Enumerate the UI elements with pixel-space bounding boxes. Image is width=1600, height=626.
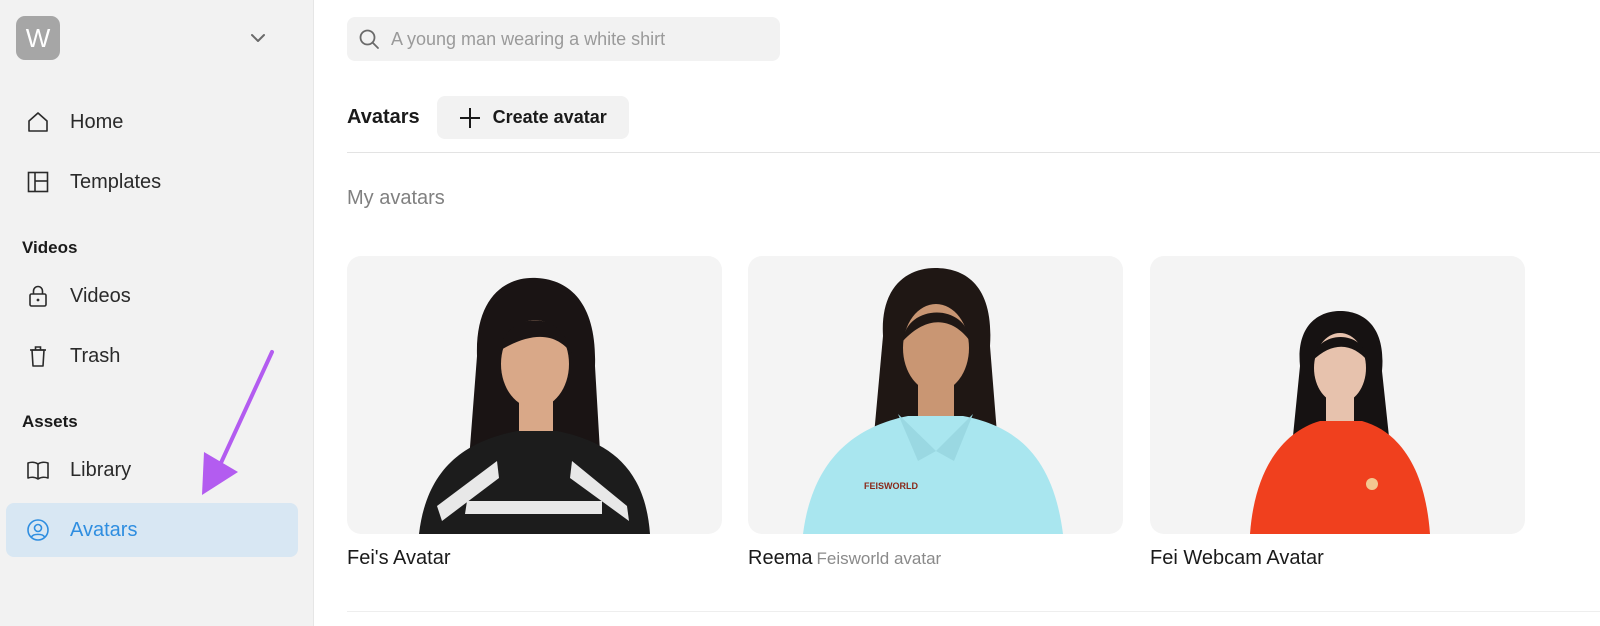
shirt-logo: FEISWORLD xyxy=(864,481,918,491)
avatar-card[interactable]: Fei's Avatar xyxy=(347,256,722,570)
workspace-avatar[interactable]: W xyxy=(16,16,60,60)
sidebar: W Home Templates Videos Videos Trash Ass… xyxy=(0,0,314,626)
section-label-videos: Videos xyxy=(22,238,78,257)
avatar-portrait-image: FEISWORLD xyxy=(803,268,1063,534)
avatar-portrait-image xyxy=(419,277,650,534)
sidebar-item-videos[interactable]: Videos xyxy=(6,269,298,323)
avatar-name: Fei's Avatar xyxy=(347,547,451,569)
sidebar-item-templates[interactable]: Templates xyxy=(6,155,298,209)
bottom-divider xyxy=(347,611,1600,612)
lock-icon xyxy=(26,284,50,308)
plus-icon xyxy=(459,107,480,128)
avatar-subtitle: Feisworld avatar xyxy=(816,549,942,568)
create-avatar-label: Create avatar xyxy=(492,107,607,127)
avatar-card[interactable]: FEISWORLD Reema Feisworld avatar xyxy=(748,256,1123,570)
header-divider xyxy=(347,152,1600,153)
section-label-assets: Assets xyxy=(22,412,78,431)
avatar-thumbnail[interactable] xyxy=(1150,256,1525,534)
create-avatar-button[interactable]: Create avatar xyxy=(436,96,629,139)
sidebar-item-trash[interactable]: Trash xyxy=(6,329,298,383)
sidebar-item-label: Trash xyxy=(70,344,121,367)
search-bar[interactable] xyxy=(347,17,780,61)
sidebar-item-avatars[interactable]: Avatars xyxy=(6,503,298,557)
sidebar-item-library[interactable]: Library xyxy=(6,443,298,497)
section-heading-my-avatars: My avatars xyxy=(347,187,445,209)
search-icon xyxy=(359,29,379,49)
home-icon xyxy=(26,110,50,134)
sidebar-item-label: Videos xyxy=(70,284,131,307)
avatar-name: Fei Webcam Avatar xyxy=(1150,547,1324,569)
sidebar-item-label: Templates xyxy=(70,170,162,193)
sidebar-item-label: Avatars xyxy=(70,518,138,541)
sidebar-item-label: Library xyxy=(70,458,132,481)
book-icon xyxy=(26,458,50,482)
page-header: Avatars Create avatar xyxy=(347,96,629,139)
app-window: W Home Templates Videos Videos Trash Ass… xyxy=(0,0,1600,626)
sidebar-item-label: Home xyxy=(70,110,124,133)
sidebar-item-home[interactable]: Home xyxy=(6,95,298,149)
avatar-portrait-image xyxy=(1250,311,1430,534)
avatar-thumbnail[interactable] xyxy=(347,256,722,534)
avatar-name: Reema Feisworld avatar xyxy=(748,547,942,569)
trash-icon xyxy=(26,344,50,368)
templates-icon xyxy=(26,170,50,194)
search-input[interactable] xyxy=(391,28,771,50)
avatar-thumbnail[interactable]: FEISWORLD xyxy=(748,256,1123,534)
chevron-down-icon[interactable] xyxy=(248,28,268,48)
avatar-card[interactable]: Fei Webcam Avatar xyxy=(1150,256,1525,570)
page-title: Avatars xyxy=(347,106,420,128)
avatar-icon xyxy=(26,518,50,542)
